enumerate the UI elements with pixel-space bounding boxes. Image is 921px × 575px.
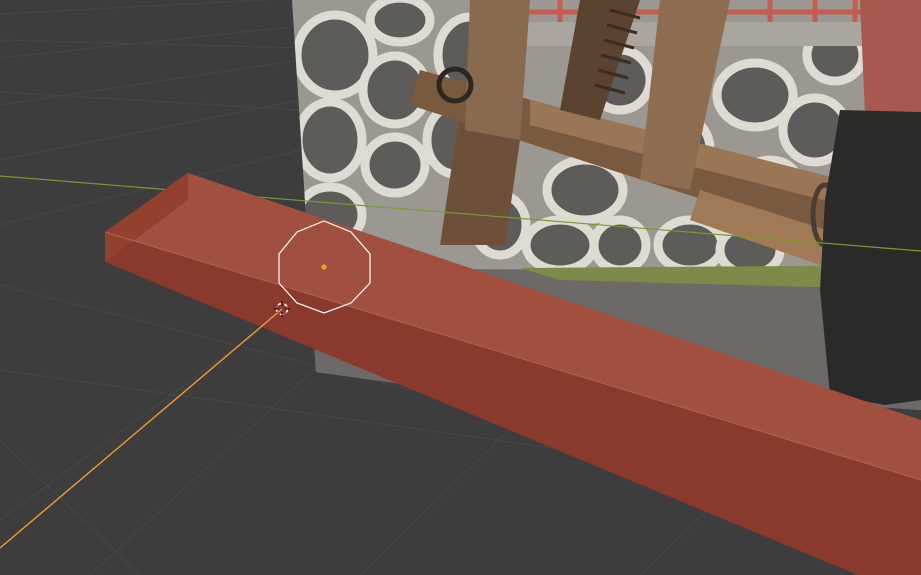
cart-post	[465, 0, 530, 140]
stone	[293, 97, 367, 183]
stone	[365, 0, 435, 47]
3d-viewport[interactable]	[0, 0, 921, 575]
stone	[360, 132, 430, 198]
viewport-canvas[interactable]	[0, 0, 921, 575]
stone	[521, 215, 599, 275]
person-shirt	[860, 0, 921, 115]
person-trousers	[820, 110, 921, 405]
object-origin-dot[interactable]	[321, 264, 327, 270]
